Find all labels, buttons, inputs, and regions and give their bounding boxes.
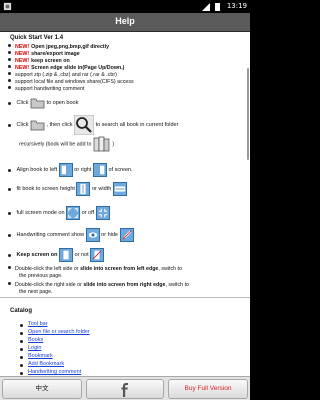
- search-folder-instruction: Click , then click to search all book in…: [8, 115, 178, 135]
- catalog-link-open-file[interactable]: Open file or search folder: [28, 329, 90, 335]
- feature-item: support handwriting comment: [8, 86, 84, 93]
- catalog-link-login[interactable]: Login: [28, 345, 41, 351]
- catalog-link-add-bookmark[interactable]: Add Bookmark: [28, 361, 64, 367]
- handwriting-instruction: Handwriting comment show or hide: [8, 228, 134, 242]
- facebook-icon: [121, 383, 128, 397]
- bottom-bar: 中文 Buy Full Version: [0, 376, 250, 400]
- double-click-left-cont: the previous page.: [19, 273, 63, 279]
- recursive-search-note: recursively (book will be add to ): [19, 135, 114, 153]
- scrollbar[interactable]: [247, 68, 249, 160]
- align-instruction: Align book to left or right of screen.: [8, 163, 133, 177]
- pencil-hide-icon[interactable]: [119, 228, 134, 242]
- magnifier-icon[interactable]: [74, 115, 95, 135]
- fit-width-icon[interactable]: [112, 182, 127, 196]
- signal-icon: [202, 3, 210, 11]
- books-icon: [93, 136, 110, 152]
- status-bar: 13:19: [0, 0, 250, 13]
- fullscreen-instruction: full screen mode on or off: [8, 206, 110, 220]
- catalog-link-bookmark[interactable]: Bookmark: [28, 353, 53, 359]
- help-content[interactable]: Quick Start Ver 1.4 NEW! Open jpeg,png,bm…: [0, 32, 250, 376]
- align-left-icon[interactable]: [58, 163, 73, 177]
- divider: [0, 297, 250, 298]
- fullscreen-off-icon[interactable]: [95, 206, 110, 220]
- feature-item: NEW! share/export image: [8, 51, 80, 58]
- feature-item: support zip (.zip & .cbz) and rar (.rar …: [8, 72, 117, 79]
- keep-screen-off-icon[interactable]: [90, 248, 105, 262]
- folder-icon[interactable]: [30, 97, 45, 109]
- open-book-instruction: Click to open book: [8, 97, 78, 109]
- keep-screen-on-icon[interactable]: [59, 248, 74, 262]
- feature-item: NEW! Open jpeg,png,bmp,gif directly: [8, 44, 109, 51]
- eye-icon[interactable]: [85, 228, 100, 242]
- catalog-link-tool-bar[interactable]: Tool bar: [28, 321, 48, 327]
- fit-height-icon[interactable]: [76, 182, 91, 196]
- keep-screen-instruction: Keep screen on or not: [8, 248, 105, 262]
- double-click-right-cont: the next page.: [19, 289, 53, 295]
- fullscreen-on-icon[interactable]: [66, 206, 81, 220]
- title-bar: Help: [0, 13, 250, 32]
- catalog-link-handwriting[interactable]: Handwriting comment: [28, 369, 81, 375]
- folder-icon[interactable]: [30, 119, 45, 131]
- catalog-heading: Catalog: [10, 308, 33, 314]
- clock: 13:19: [226, 2, 247, 10]
- page-title: Help: [115, 16, 135, 26]
- quick-start-heading: Quick Start Ver 1.4: [10, 35, 64, 41]
- feature-item: support local file and windows share(CIF…: [8, 79, 134, 86]
- catalog-link-books[interactable]: Books: [28, 337, 43, 343]
- fit-instruction: fit book to screen height or width: [8, 182, 127, 196]
- chinese-language-button[interactable]: 中文: [2, 379, 82, 399]
- app-notification-icon: [3, 2, 12, 11]
- feature-item: NEW! keep screen on: [8, 58, 70, 65]
- facebook-button[interactable]: [86, 379, 164, 399]
- align-right-icon[interactable]: [92, 163, 107, 177]
- double-click-left-instruction: Double-click the left side or slide into…: [8, 266, 182, 273]
- buy-full-version-button[interactable]: Buy Full Version: [168, 379, 248, 399]
- double-click-right-instruction: Double-click the right side or slide int…: [8, 282, 189, 289]
- battery-icon: [215, 3, 220, 11]
- feature-item: NEW! Screen edge slide in(Page Up/Down,): [8, 65, 124, 72]
